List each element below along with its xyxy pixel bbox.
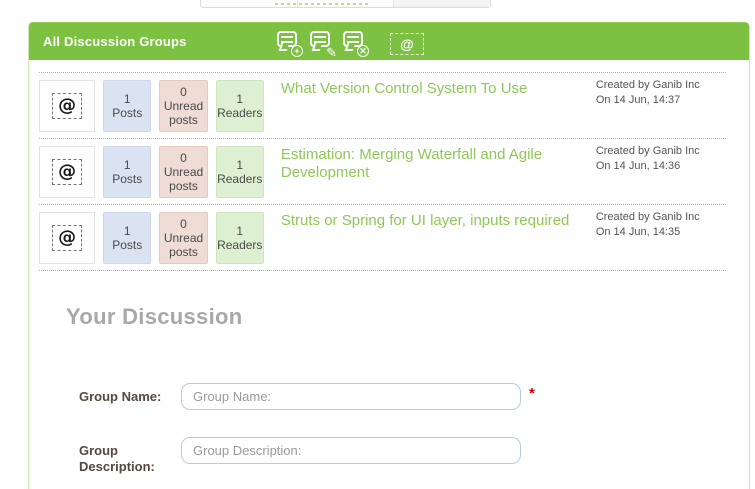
- discussion-row[interactable]: @ 1 Posts 0 Unread posts 1 Readers What …: [39, 72, 726, 138]
- readers-badge: 1 Readers: [216, 212, 264, 264]
- group-icon-cell: @: [39, 212, 95, 264]
- created-meta: Created by Ganib Inc On 14 Jun, 14:37: [596, 78, 710, 108]
- unread-badge: 0 Unread posts: [159, 80, 207, 132]
- created-by: Created by Ganib Inc: [596, 78, 710, 93]
- created-by: Created by Ganib Inc: [596, 144, 710, 159]
- discussion-title-link[interactable]: Estimation: Merging Waterfall and Agile …: [281, 146, 596, 182]
- group-icon-cell: @: [39, 80, 95, 132]
- x-badge-icon: ✕: [357, 45, 369, 57]
- at-icon: @: [52, 93, 82, 119]
- readers-badge: 1 Readers: [216, 146, 264, 198]
- readers-count: 1: [236, 158, 243, 172]
- readers-count: 1: [236, 92, 243, 106]
- delete-discussion-group-icon[interactable]: ✕: [341, 29, 368, 56]
- unread-count: 0: [180, 85, 187, 99]
- at-icon: @: [52, 225, 82, 251]
- your-discussion-heading: Your Discussion: [66, 304, 242, 330]
- page: All Discussion Groups + ✎ ✕ @: [0, 0, 755, 489]
- group-description-input[interactable]: [181, 437, 521, 464]
- posts-badge: 1 Posts: [103, 212, 151, 264]
- readers-label: Readers: [217, 106, 262, 120]
- created-meta: Created by Ganib Inc On 14 Jun, 14:36: [596, 144, 710, 174]
- at-icon: @: [52, 159, 82, 185]
- posts-count: 1: [124, 224, 131, 238]
- group-icon-cell: @: [39, 146, 95, 198]
- posts-count: 1: [124, 92, 131, 106]
- posts-label: Posts: [112, 238, 142, 252]
- readers-count: 1: [236, 224, 243, 238]
- posts-label: Posts: [112, 106, 142, 120]
- discussion-list: @ 1 Posts 0 Unread posts 1 Readers What …: [39, 72, 726, 271]
- posts-count: 1: [124, 158, 131, 172]
- created-on: On 14 Jun, 14:35: [596, 225, 710, 240]
- unread-label: Unread posts: [160, 231, 206, 259]
- discussion-groups-at-icon[interactable]: @: [390, 33, 424, 55]
- chat-bubble-icon: [277, 31, 297, 47]
- pencil-icon: ✎: [326, 46, 337, 59]
- discussion-row[interactable]: @ 1 Posts 0 Unread posts 1 Readers Strut…: [39, 204, 726, 270]
- panel-header: All Discussion Groups + ✎ ✕ @: [29, 22, 749, 60]
- discussion-title-link[interactable]: What Version Control System To Use: [281, 80, 596, 98]
- unread-badge: 0 Unread posts: [159, 212, 207, 264]
- header-toolbar: + ✎ ✕ @: [275, 28, 430, 56]
- created-meta: Created by Ganib Inc On 14 Jun, 14:35: [596, 210, 710, 240]
- discussion-row[interactable]: @ 1 Posts 0 Unread posts 1 Readers Estim…: [39, 138, 726, 204]
- top-tab-segment[interactable]: [394, 0, 490, 7]
- posts-label: Posts: [112, 172, 142, 186]
- group-description-label: Group Description:: [79, 437, 181, 475]
- chat-bubble-icon: [343, 31, 363, 47]
- posts-badge: 1 Posts: [103, 146, 151, 198]
- your-discussion-form: Your Discussion Group Name: * Group Desc…: [29, 271, 749, 489]
- required-asterisk: *: [529, 383, 535, 402]
- add-discussion-group-icon[interactable]: +: [275, 29, 302, 56]
- plus-badge-icon: +: [291, 45, 303, 57]
- group-name-label: Group Name:: [79, 383, 181, 405]
- created-on: On 14 Jun, 14:36: [596, 159, 710, 174]
- unread-count: 0: [180, 217, 187, 231]
- readers-label: Readers: [217, 238, 262, 252]
- readers-label: Readers: [217, 172, 262, 186]
- unread-label: Unread posts: [160, 165, 206, 193]
- created-by: Created by Ganib Inc: [596, 210, 710, 225]
- group-description-row: Group Description:: [79, 437, 521, 475]
- readers-badge: 1 Readers: [216, 80, 264, 132]
- group-name-row: Group Name: *: [79, 383, 535, 410]
- group-name-input[interactable]: [181, 383, 521, 410]
- top-tab-strip-partial[interactable]: [200, 0, 491, 8]
- top-tab-segment[interactable]: [298, 0, 395, 7]
- panel-title: All Discussion Groups: [29, 34, 187, 49]
- edit-discussion-group-icon[interactable]: ✎: [308, 29, 335, 56]
- unread-count: 0: [180, 151, 187, 165]
- created-on: On 14 Jun, 14:37: [596, 93, 710, 108]
- posts-badge: 1 Posts: [103, 80, 151, 132]
- unread-label: Unread posts: [160, 99, 206, 127]
- discussion-title-link[interactable]: Struts or Spring for UI layer, inputs re…: [281, 212, 596, 230]
- tab-green-artifact: [275, 3, 369, 5]
- discussion-groups-panel: All Discussion Groups + ✎ ✕ @: [28, 22, 750, 489]
- unread-badge: 0 Unread posts: [159, 146, 207, 198]
